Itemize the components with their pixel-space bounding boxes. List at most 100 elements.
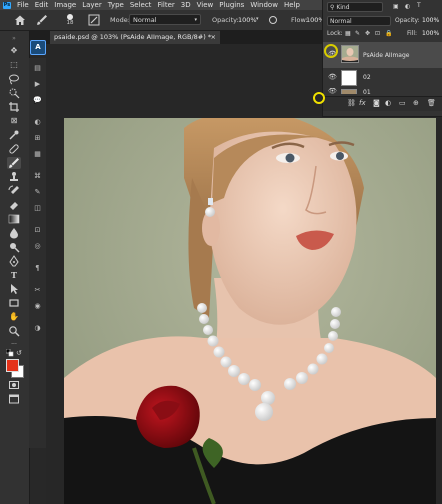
lock-move-icon[interactable]: ✥	[365, 30, 370, 37]
brush-tool-icon[interactable]	[7, 157, 21, 169]
adjustments-panel-icon[interactable]: ◐	[31, 116, 44, 128]
search-icon: ⚲	[330, 4, 335, 11]
healing-icon[interactable]	[7, 143, 21, 155]
new-layer-icon[interactable]: ⊕	[413, 99, 419, 107]
brush-settings-icon[interactable]	[88, 14, 100, 26]
opacity-value[interactable]: 100%	[238, 16, 257, 24]
filter-type-icon[interactable]: T	[417, 2, 421, 9]
filter-image-icon[interactable]: ▣	[393, 3, 399, 10]
channels-panel-icon[interactable]: ◎	[31, 240, 44, 252]
library-panel-icon[interactable]: ⌘	[31, 170, 44, 182]
lasso-icon[interactable]	[7, 73, 21, 85]
history-panel-icon[interactable]: ▤	[31, 62, 44, 74]
default-colors-icon[interactable]	[5, 348, 14, 357]
pen-icon[interactable]	[7, 255, 21, 267]
menu-filter[interactable]: Filter	[154, 0, 177, 10]
frame-icon[interactable]: ⊠	[7, 115, 21, 127]
tools-panel-icon[interactable]: ✂	[31, 284, 44, 296]
swap-colors-icon[interactable]: ↺	[16, 349, 22, 357]
trash-icon[interactable]: 🗑	[427, 99, 436, 107]
fill-value[interactable]: 100%	[422, 30, 439, 37]
menu-plugins[interactable]: Plugins	[216, 0, 247, 10]
fill-label: Fill:	[407, 30, 418, 37]
opacity-chevron-icon[interactable]: ▾	[256, 16, 259, 22]
lock-pixels-icon[interactable]: ▦	[345, 30, 351, 37]
gradient-icon[interactable]	[7, 213, 21, 225]
mode-value: Normal	[133, 16, 157, 24]
filter-adjust-icon[interactable]: ◐	[405, 3, 410, 10]
type-icon[interactable]: T	[7, 269, 21, 281]
eye-icon[interactable]: 👁	[328, 73, 337, 81]
layer-row[interactable]: 👁 01	[323, 88, 442, 94]
character-panel-icon[interactable]: ¶	[31, 262, 44, 274]
swatches-panel-icon[interactable]: ▦	[31, 148, 44, 160]
mode-select[interactable]: Normal ▾	[129, 14, 201, 25]
move-icon[interactable]: ✥	[7, 45, 21, 57]
adjustment-layer-icon[interactable]: ◐	[385, 99, 391, 107]
menu-file[interactable]: File	[14, 0, 32, 10]
menu-select[interactable]: Select	[127, 0, 155, 10]
path-select-icon[interactable]	[7, 283, 21, 295]
blend-mode-value: Normal	[330, 18, 352, 25]
toolbar-collapse-icon[interactable]: »	[7, 33, 21, 45]
menu-view[interactable]: View	[194, 0, 217, 10]
eyedropper-icon[interactable]	[7, 129, 21, 141]
brush-size-preset[interactable]: 18	[62, 13, 78, 28]
layer-name: 01	[363, 89, 371, 94]
menu-window[interactable]: Window	[247, 0, 281, 10]
eraser-icon[interactable]	[7, 199, 21, 211]
photoshop-logo-icon[interactable]: Ps	[0, 0, 14, 10]
hand-icon[interactable]: ✋	[7, 311, 21, 323]
comment-panel-icon[interactable]: 💬	[31, 94, 44, 106]
navigator-panel-icon[interactable]: ◑	[31, 322, 44, 334]
screen-mode-icon[interactable]	[7, 393, 21, 405]
quick-mask-icon[interactable]	[7, 379, 21, 391]
new-group-icon[interactable]: ▭	[399, 99, 406, 107]
menu-3d[interactable]: 3D	[178, 0, 194, 10]
link-icon[interactable]: ⛓	[347, 99, 356, 107]
foreground-color-swatch[interactable]	[6, 359, 19, 372]
menu-image[interactable]: Image	[51, 0, 79, 10]
crop-icon[interactable]	[7, 101, 21, 113]
lock-paint-icon[interactable]: ✎	[355, 30, 360, 37]
blur-icon[interactable]	[7, 227, 21, 239]
quick-select-icon[interactable]	[7, 87, 21, 99]
menu-type[interactable]: Type	[105, 0, 127, 10]
layers-panel-icon[interactable]: ◫	[31, 202, 44, 214]
zoom-icon[interactable]	[7, 325, 21, 337]
document-tab[interactable]: psaide.psd @ 103% (PsAide AIImage, RGB/8…	[50, 31, 220, 44]
menu-edit[interactable]: Edit	[32, 0, 52, 10]
marquee-icon[interactable]: ⬚	[7, 59, 21, 71]
opacity-label: Opacity:	[212, 16, 239, 24]
properties-panel-icon[interactable]: ⊡	[31, 224, 44, 236]
brush-size-value: 18	[66, 20, 74, 26]
dodge-icon[interactable]	[7, 241, 21, 253]
layer-thumbnail	[341, 89, 357, 94]
blend-mode-select[interactable]: Normal	[327, 16, 391, 26]
menu-help[interactable]: Help	[281, 0, 303, 10]
brush-icon[interactable]	[36, 14, 48, 26]
canvas-image[interactable]	[64, 118, 436, 504]
history-brush-icon[interactable]	[7, 185, 21, 197]
layer-row[interactable]: 👁 PsAide AIImage	[323, 42, 442, 68]
layer-row[interactable]: 👁 02	[323, 68, 442, 88]
eye-icon[interactable]: 👁	[328, 88, 337, 94]
close-tab-icon[interactable]: ×	[211, 31, 216, 44]
add-mask-icon[interactable]: ◙	[373, 99, 380, 107]
rectangle-icon[interactable]	[7, 297, 21, 309]
home-icon[interactable]	[14, 14, 26, 26]
layer-filter-select[interactable]: ⚲ Kind	[327, 2, 383, 12]
layers-panel: ⚲ Kind ▣ ◐ T Normal Opacity: 100% Lock: …	[322, 0, 442, 117]
lock-artboard-icon[interactable]: ⊡	[375, 30, 380, 37]
pressure-opacity-icon[interactable]	[268, 15, 278, 25]
lock-all-icon[interactable]: 🔒	[385, 30, 392, 37]
stamp-icon[interactable]	[7, 171, 21, 183]
brush-panel-icon[interactable]: ◉	[31, 300, 44, 312]
grid-panel-icon[interactable]: ⊞	[31, 132, 44, 144]
play-panel-icon[interactable]: ▶	[31, 78, 44, 90]
paths-panel-icon[interactable]: ✎	[31, 186, 44, 198]
layer-opacity-value[interactable]: 100%	[422, 17, 439, 24]
menu-layer[interactable]: Layer	[79, 0, 105, 10]
fx-icon[interactable]: fx	[359, 99, 366, 107]
plugin-panel-icon[interactable]: A	[30, 40, 46, 55]
